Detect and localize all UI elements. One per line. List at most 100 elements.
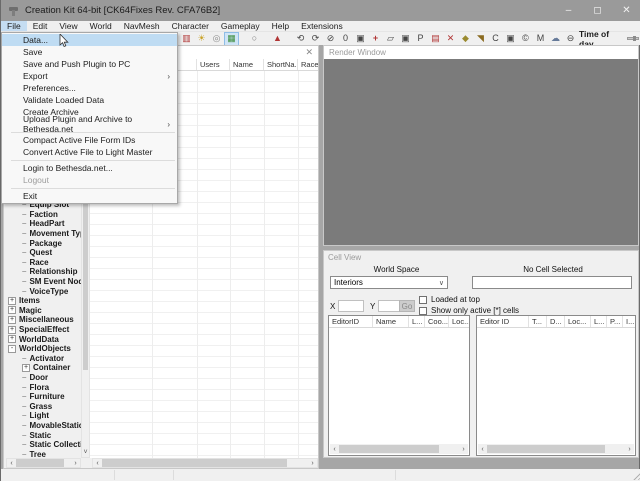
loaded-at-top-checkbox[interactable]: [419, 296, 427, 304]
column-header[interactable]: P...: [607, 316, 623, 327]
column-header[interactable]: Editor ID: [477, 316, 529, 327]
scroll-left-icon[interactable]: ‹: [93, 459, 102, 468]
resize-grip[interactable]: [631, 471, 640, 480]
menubar-edit[interactable]: Edit: [27, 21, 54, 31]
render-window-titlebar[interactable]: Render Window: [324, 46, 638, 59]
tree-expander-icon[interactable]: –: [22, 411, 26, 420]
copyright-icon[interactable]: ©: [519, 33, 532, 45]
scroll-left-icon[interactable]: ‹: [478, 445, 487, 454]
tree-item-miscellaneous[interactable]: + Miscellaneous: [6, 315, 81, 325]
tree-horizontal-scrollbar[interactable]: ‹ ›: [6, 458, 81, 468]
material-icon[interactable]: M: [534, 33, 547, 45]
tree-expander-icon[interactable]: +: [8, 335, 16, 343]
tree-expander-icon[interactable]: –: [22, 383, 26, 392]
close-box-icon[interactable]: ✕: [444, 33, 457, 45]
tree-item-faction[interactable]: – Faction: [6, 210, 81, 220]
landscape-edit-icon[interactable]: ▦: [225, 33, 238, 45]
tree-item-container[interactable]: + Container: [6, 363, 81, 373]
tree-item-specialeffect[interactable]: + SpecialEffect: [6, 325, 81, 335]
menu-item-save[interactable]: Save: [2, 46, 177, 58]
tree-item-door[interactable]: – Door: [6, 373, 81, 383]
scroll-left-icon[interactable]: ‹: [330, 445, 339, 454]
menubar-extensions[interactable]: Extensions: [295, 21, 349, 31]
tree-expander-icon[interactable]: –: [22, 431, 26, 440]
maximize-button[interactable]: ◻: [583, 0, 612, 21]
tree-item-furniture[interactable]: – Furniture: [6, 392, 81, 402]
tree-expander-icon[interactable]: –: [22, 440, 26, 449]
tree-item-items[interactable]: + Items: [6, 296, 81, 306]
tree-expander-icon[interactable]: –: [22, 392, 26, 401]
tree-item-flora[interactable]: – Flora: [6, 382, 81, 392]
tree-expander-icon[interactable]: +: [8, 316, 16, 324]
tree-expander-icon[interactable]: –: [22, 354, 26, 363]
menubar-world[interactable]: World: [84, 21, 118, 31]
menubar-character[interactable]: Character: [166, 21, 215, 31]
scrollbar-thumb[interactable]: [102, 459, 287, 467]
portal-marker-icon[interactable]: P: [414, 33, 427, 45]
tree-expander-icon[interactable]: –: [22, 239, 26, 248]
tree-item-static[interactable]: – Static: [6, 430, 81, 440]
speech-bubble-icon[interactable]: ○: [248, 33, 261, 45]
tree-item-headpart[interactable]: – HeadPart: [6, 219, 81, 229]
column-header[interactable]: D...: [547, 316, 565, 327]
list-horizontal-scrollbar[interactable]: ‹ ›: [92, 458, 318, 468]
tree-expander-icon[interactable]: +: [8, 297, 16, 305]
tree-expander-icon[interactable]: +: [8, 326, 16, 334]
tree-item-movement-type[interactable]: – Movement Type: [6, 229, 81, 239]
scroll-right-icon[interactable]: ›: [459, 445, 468, 454]
no-entry-icon[interactable]: ⊘: [324, 33, 337, 45]
actors-icon[interactable]: ◎: [210, 33, 223, 45]
time-of-day-slider[interactable]: [627, 37, 639, 40]
scroll-right-icon[interactable]: ›: [625, 445, 634, 454]
menubar-help[interactable]: Help: [266, 21, 295, 31]
tree-expander-icon[interactable]: –: [22, 373, 26, 382]
tree-expander-icon[interactable]: –: [22, 210, 26, 219]
scroll-left-icon[interactable]: ‹: [7, 459, 16, 468]
menubar-view[interactable]: View: [53, 21, 83, 31]
tree-expander-icon[interactable]: –: [22, 277, 26, 286]
tree-expander-icon[interactable]: –: [22, 421, 26, 430]
tree-expander-icon[interactable]: –: [22, 219, 26, 228]
collision-icon[interactable]: C: [489, 33, 502, 45]
wand-icon[interactable]: ◆: [459, 33, 472, 45]
minimize-button[interactable]: –: [554, 0, 583, 21]
tree-expander-icon[interactable]: –: [22, 229, 26, 238]
column-header[interactable]: L...: [591, 316, 607, 327]
menu-item-login[interactable]: Login to Bethesda.net...: [2, 162, 177, 174]
menu-item-validate-loaded-data[interactable]: Validate Loaded Data: [2, 94, 177, 106]
column-header[interactable]: L...: [409, 316, 425, 327]
title-bar[interactable]: Creation Kit 64-bit [CK64Fixes Rev. CFA7…: [1, 0, 640, 21]
scrollbar-thumb[interactable]: [487, 445, 605, 453]
column-header[interactable]: EditorID: [329, 316, 373, 327]
scroll-right-icon[interactable]: ›: [71, 459, 80, 468]
scroll-down-icon[interactable]: ˅: [82, 448, 89, 457]
menu-item-convert-light-master[interactable]: Convert Active File to Light Master: [2, 146, 177, 158]
menu-item-export[interactable]: Export ›: [2, 70, 177, 82]
tree-item-quest[interactable]: – Quest: [6, 248, 81, 258]
close-button[interactable]: ✕: [612, 0, 640, 21]
tree-item-light[interactable]: – Light: [6, 411, 81, 421]
tree-item-worlddata[interactable]: + WorldData: [6, 334, 81, 344]
tree-item-relationship[interactable]: – Relationship: [6, 267, 81, 277]
menu-item-data[interactable]: Data...: [2, 34, 177, 46]
tree-item-activator[interactable]: – Activator: [6, 354, 81, 364]
menu-item-upload-plugin[interactable]: Upload Plugin and Archive to Bethesda.ne…: [2, 118, 177, 130]
column-header[interactable]: Name: [373, 316, 409, 327]
tree-expander-icon[interactable]: –: [22, 287, 26, 296]
x-coordinate-field[interactable]: [338, 300, 364, 312]
show-only-active-checkbox[interactable]: [419, 307, 427, 315]
column-header[interactable]: ShortNa...: [264, 59, 298, 70]
menubar-gameplay[interactable]: Gameplay: [215, 21, 266, 31]
menubar-file[interactable]: File: [1, 21, 27, 31]
column-header[interactable]: I...: [623, 316, 635, 327]
tree-expander-icon[interactable]: +: [8, 306, 16, 314]
menubar-navmesh[interactable]: NavMesh: [118, 21, 166, 31]
scene-info-icon[interactable]: ▥: [180, 33, 193, 45]
cube-icon[interactable]: ▱: [384, 33, 397, 45]
world-space-dropdown[interactable]: Interiors ∨: [330, 276, 448, 289]
picker-icon[interactable]: ◥: [474, 33, 487, 45]
menu-item-logout[interactable]: Logout: [2, 174, 177, 186]
zero-marker-icon[interactable]: 0: [339, 33, 352, 45]
column-header[interactable]: Race: [298, 59, 318, 70]
column-header[interactable]: Name: [230, 59, 264, 70]
